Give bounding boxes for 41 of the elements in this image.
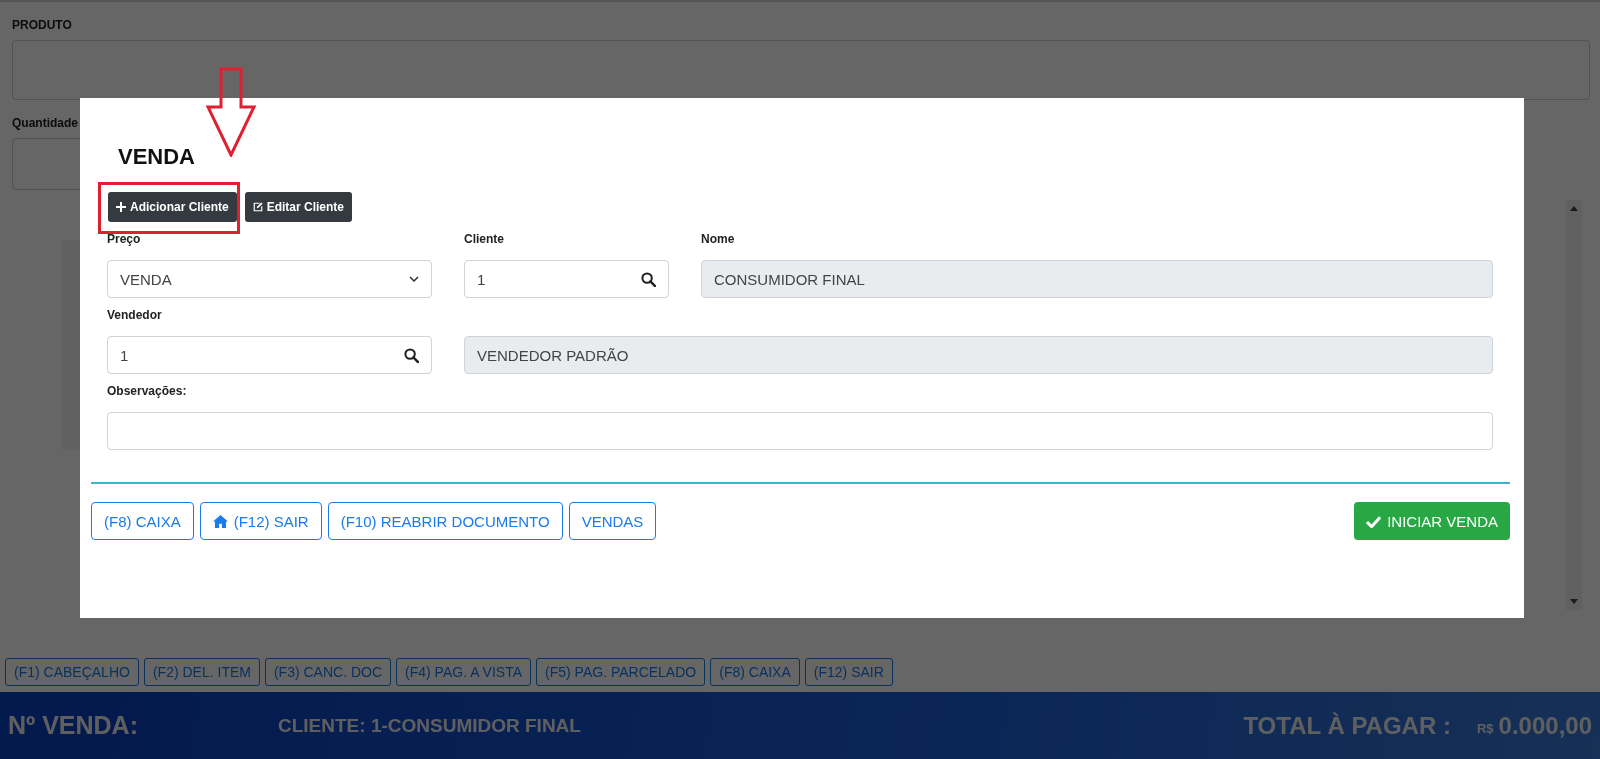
client-label: CLIENTE: 1-CONSUMIDOR FINAL [278, 714, 582, 737]
total-value: 0.000,00 [1498, 711, 1592, 740]
field-label: Nome [701, 232, 735, 246]
search-icon[interactable] [404, 347, 419, 363]
action-button[interactable]: VENDAS [568, 502, 657, 540]
plus-icon [116, 202, 126, 212]
function-key-button[interactable]: (F1) CABEÇALHO [5, 658, 139, 686]
edit-icon [252, 202, 263, 212]
field-label: Quantidade [12, 116, 79, 130]
home-icon [212, 514, 228, 528]
check-icon [1366, 514, 1382, 528]
scroll-down-icon[interactable] [1570, 599, 1578, 604]
field-label: Cliente [464, 232, 504, 246]
scroll-up-icon[interactable] [1570, 206, 1578, 211]
input-field[interactable] [107, 412, 1493, 450]
field-label: PRODUTO [12, 18, 73, 32]
dialog-title: VENDA [118, 144, 195, 169]
start-sale-button[interactable]: INICIAR VENDA [1354, 502, 1510, 540]
currency-label: R$ [1476, 721, 1494, 736]
function-key-button[interactable]: (F12) SAIR [804, 658, 893, 686]
field-label: Vendedor [107, 308, 162, 322]
lookup-field[interactable]: 1 [464, 260, 669, 298]
action-button[interactable]: (F8) CAIXA [91, 502, 194, 540]
search-icon[interactable] [641, 271, 656, 287]
edit-client-button[interactable]: Editar Cliente [244, 192, 353, 222]
function-key-button[interactable]: (F5) PAG. PARCELADO [536, 658, 706, 686]
function-key-button[interactable]: (F2) DEL. ITEM [143, 658, 260, 686]
sale-number-label: Nº VENDA: [8, 711, 139, 740]
chevron-down-icon [409, 276, 419, 282]
function-key-button[interactable]: (F3) CANC. DOC [264, 658, 392, 686]
lookup-field[interactable]: 1 [107, 336, 432, 374]
scrollbar[interactable] [1566, 200, 1582, 610]
dropdown[interactable]: VENDA [107, 260, 432, 298]
action-button[interactable]: (F12) SAIR [199, 502, 322, 540]
field-label: Preço [107, 232, 141, 246]
function-key-button[interactable]: (F8) CAIXA [710, 658, 800, 686]
function-key-button[interactable]: (F4) PAG. A VISTA [396, 658, 532, 686]
total-label: TOTAL À PAGAR : [1243, 711, 1451, 740]
add-client-button[interactable]: Adicionar Cliente [108, 192, 237, 222]
field-label: Observações: [107, 384, 187, 398]
action-button[interactable]: (F10) REABRIR DOCUMENTO [327, 502, 563, 540]
